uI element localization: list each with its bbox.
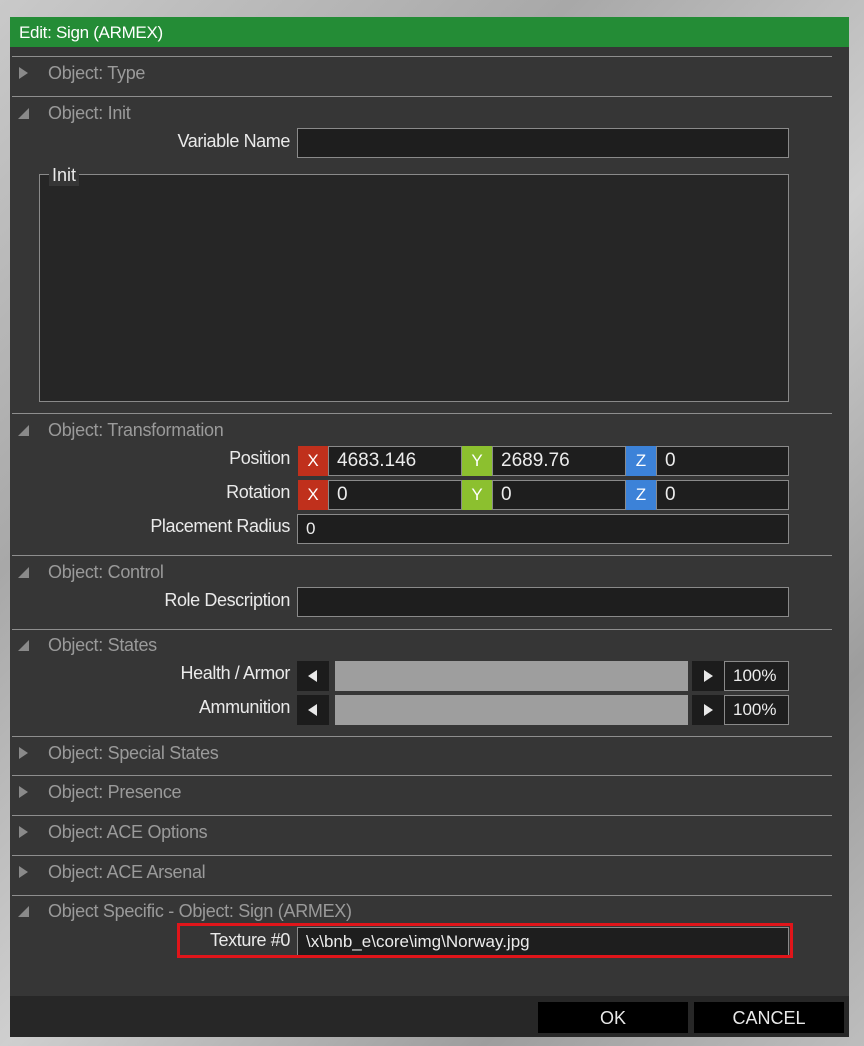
section-title: Object Specific - Object: Sign (ARMEX) [48, 901, 352, 921]
section-special-states-header[interactable]: Object: Special States [10, 738, 830, 768]
role-description-input[interactable] [297, 587, 789, 617]
triangle-right-icon [19, 866, 28, 878]
init-label: Init [49, 164, 80, 186]
arrow-right-icon [704, 670, 713, 682]
ammo-decrease-button[interactable] [297, 695, 329, 725]
section-control-header[interactable]: Object: Control [10, 557, 830, 587]
position-y-badge: Y [462, 446, 492, 476]
divider [12, 855, 832, 856]
variable-name-label: Variable Name [177, 131, 290, 151]
health-slider[interactable] [335, 661, 688, 691]
position-y-input[interactable]: 2689.76 [492, 446, 626, 476]
section-ace-options-header[interactable]: Object: ACE Options [10, 817, 830, 847]
arrow-left-icon [308, 704, 317, 716]
triangle-down-icon [18, 906, 29, 917]
section-title: Object: Type [48, 63, 146, 83]
divider [12, 96, 832, 97]
section-specific-header[interactable]: Object Specific - Object: Sign (ARMEX) [10, 896, 830, 926]
divider [12, 815, 832, 816]
rotation-y-input[interactable]: 0 [492, 480, 626, 510]
ammo-slider[interactable] [335, 695, 688, 725]
edit-dialog: Edit: Sign (ARMEX) Object: Type Object: … [10, 17, 849, 1037]
ammo-value: 100% [724, 695, 789, 725]
position-label: Position [229, 448, 290, 468]
dialog-footer: OK CANCEL [10, 996, 849, 1037]
section-type-header[interactable]: Object: Type [10, 58, 830, 88]
triangle-right-icon [19, 826, 28, 838]
arrow-left-icon [308, 670, 317, 682]
dialog-title: Edit: Sign (ARMEX) [10, 17, 849, 47]
health-increase-button[interactable] [692, 661, 724, 691]
position-z-badge: Z [626, 446, 656, 476]
divider [12, 413, 832, 414]
position-x-badge: X [298, 446, 328, 476]
rotation-z-input[interactable]: 0 [656, 480, 789, 510]
triangle-down-icon [18, 425, 29, 436]
position-x-input[interactable]: 4683.146 [328, 446, 462, 476]
variable-name-input[interactable] [297, 128, 789, 158]
section-title: Object: Special States [48, 743, 219, 763]
divider [12, 736, 832, 737]
section-title: Object: ACE Arsenal [48, 862, 206, 882]
section-title: Object: Transformation [48, 420, 224, 440]
divider [12, 555, 832, 556]
ammunition-label: Ammunition [198, 697, 290, 717]
health-label: Health / Armor [180, 663, 291, 683]
triangle-right-icon [19, 747, 28, 759]
section-transformation-header[interactable]: Object: Transformation [10, 415, 830, 445]
rotation-label: Rotation [226, 482, 290, 502]
arrow-right-icon [704, 704, 713, 716]
triangle-right-icon [19, 786, 28, 798]
rotation-x-badge: X [298, 480, 328, 510]
section-title: Object: ACE Options [48, 822, 208, 842]
ok-button[interactable]: OK [538, 1002, 688, 1033]
section-ace-arsenal-header[interactable]: Object: ACE Arsenal [10, 857, 830, 887]
health-decrease-button[interactable] [297, 661, 329, 691]
init-textarea[interactable] [39, 174, 789, 402]
section-title: Object: States [48, 635, 157, 655]
position-z-input[interactable]: 0 [656, 446, 789, 476]
placement-radius-label: Placement Radius [150, 516, 290, 536]
triangle-down-icon [18, 640, 29, 651]
health-value: 100% [724, 661, 789, 691]
rotation-x-input[interactable]: 0 [328, 480, 462, 510]
section-title: Object: Control [48, 562, 164, 582]
triangle-right-icon [19, 67, 28, 79]
divider [12, 56, 832, 57]
section-title: Object: Init [48, 103, 131, 123]
rotation-z-badge: Z [626, 480, 656, 510]
cancel-button[interactable]: CANCEL [694, 1002, 844, 1033]
ammo-increase-button[interactable] [692, 695, 724, 725]
triangle-down-icon [18, 567, 29, 578]
rotation-y-badge: Y [462, 480, 492, 510]
role-description-label: Role Description [164, 590, 290, 610]
section-presence-header[interactable]: Object: Presence [10, 777, 830, 807]
section-init-header[interactable]: Object: Init [10, 98, 830, 128]
placement-radius-input[interactable]: 0 [297, 514, 789, 544]
section-title: Object: Presence [48, 782, 182, 802]
section-states-header[interactable]: Object: States [10, 630, 830, 660]
highlight-box [177, 923, 793, 958]
divider [12, 775, 832, 776]
triangle-down-icon [18, 108, 29, 119]
